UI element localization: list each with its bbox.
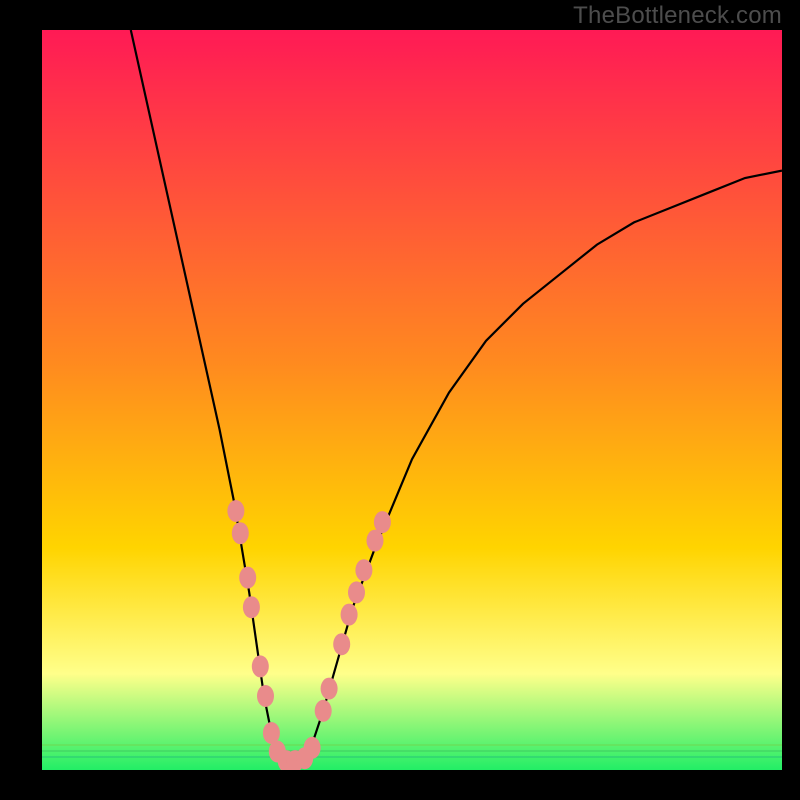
scatter-dot — [304, 737, 321, 759]
scatter-dot — [321, 678, 338, 700]
band-1 — [42, 744, 782, 746]
chart-svg — [42, 30, 782, 770]
watermark-text: TheBottleneck.com — [573, 2, 782, 30]
scatter-dot — [257, 685, 274, 707]
scatter-dot — [355, 559, 372, 581]
scatter-dot — [341, 604, 358, 626]
scatter-dot — [227, 500, 244, 522]
scatter-dot — [243, 596, 260, 618]
band-3 — [42, 756, 782, 758]
scatter-dot — [252, 655, 269, 677]
scatter-dot — [239, 567, 256, 589]
scatter-dot — [333, 633, 350, 655]
scatter-dot — [315, 700, 332, 722]
outer-frame: TheBottleneck.com — [0, 0, 800, 800]
gradient-background — [42, 30, 782, 770]
band-2 — [42, 750, 782, 752]
plot-area — [42, 30, 782, 770]
scatter-dot — [232, 522, 249, 544]
scatter-dot — [374, 511, 391, 533]
scatter-dot — [348, 581, 365, 603]
